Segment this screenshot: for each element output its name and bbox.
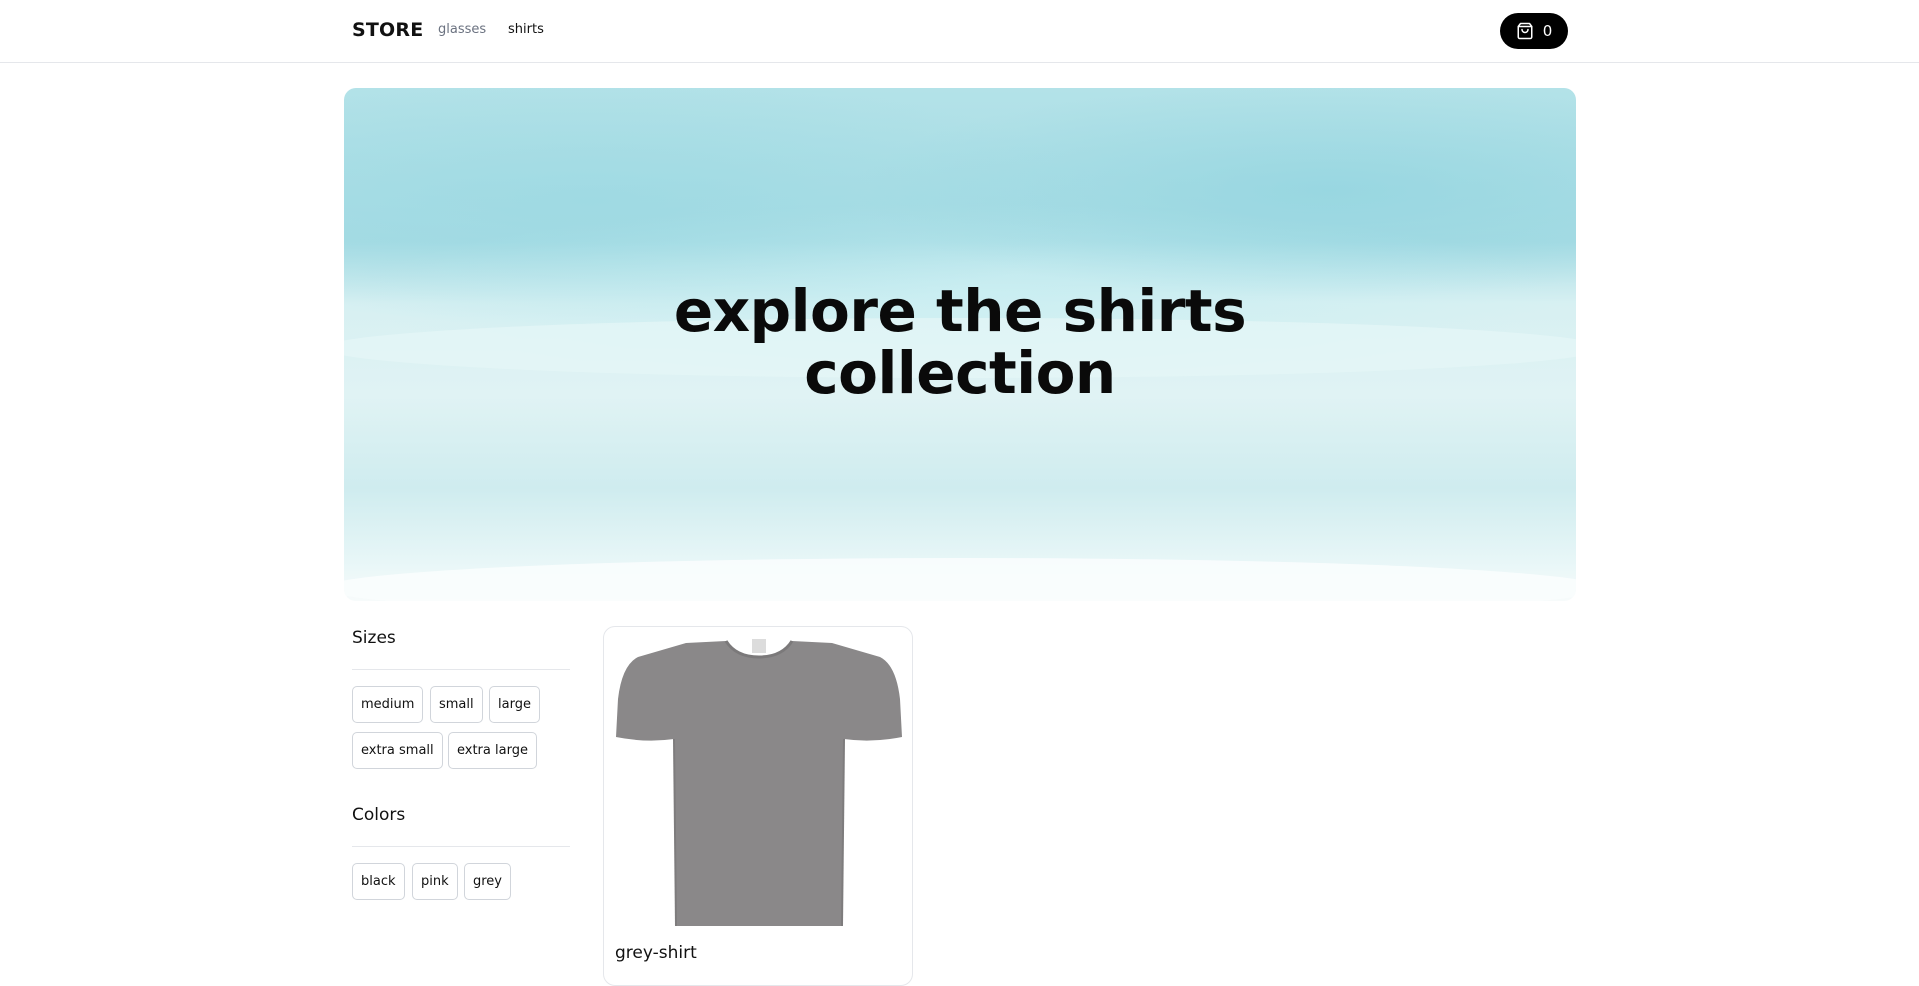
size-option-extra-small[interactable]: extra small: [352, 732, 443, 769]
size-option-extra-large[interactable]: extra large: [448, 732, 537, 769]
size-option-large[interactable]: large: [489, 686, 540, 723]
divider: [352, 846, 570, 847]
sizes-filter-title: Sizes: [352, 628, 396, 648]
billboard-heading-line-1: explore the shirts: [673, 277, 1247, 345]
product-name[interactable]: grey-shirt: [615, 943, 697, 963]
store-logo[interactable]: STORE: [352, 19, 423, 41]
billboard-heading: explore the shirts collection: [344, 280, 1576, 404]
divider: [352, 669, 570, 670]
billboard-wave: [344, 558, 1576, 601]
color-option-grey[interactable]: grey: [464, 863, 512, 900]
color-option-pink[interactable]: pink: [412, 863, 458, 900]
size-option-medium[interactable]: medium: [352, 686, 424, 723]
grey-shirt-image: [616, 639, 902, 926]
nav-link-glasses[interactable]: glasses: [438, 22, 486, 37]
cart-button[interactable]: 0: [1500, 13, 1568, 49]
cart-count: 0: [1542, 22, 1553, 40]
size-option-small[interactable]: small: [430, 686, 483, 723]
product-card[interactable]: grey-shirt: [603, 626, 913, 986]
product-image[interactable]: [616, 639, 902, 926]
navbar: STORE glasses shirts 0: [0, 0, 1919, 63]
nav-link-shirts[interactable]: shirts: [508, 22, 544, 37]
billboard-heading-line-2: collection: [804, 339, 1116, 407]
billboard: explore the shirts collection: [344, 88, 1576, 601]
colors-filter-title: Colors: [352, 805, 406, 825]
shopping-bag-icon: [1516, 22, 1534, 40]
color-option-black[interactable]: black: [352, 863, 405, 900]
